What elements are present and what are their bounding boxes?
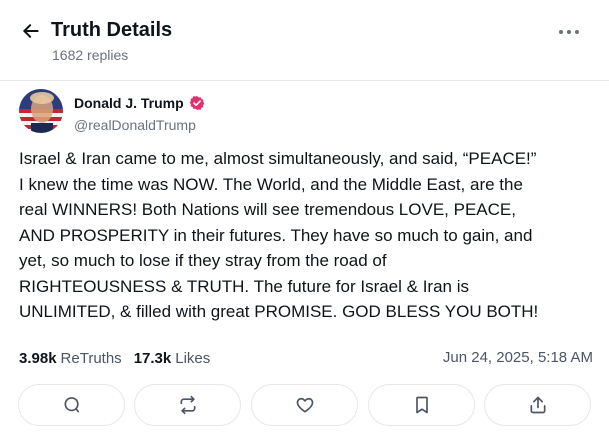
post-text-line: yet, so much to lose if they stray from …: [19, 251, 387, 270]
bookmark-icon: [415, 396, 428, 414]
retruth-icon: [180, 395, 195, 415]
action-bar: [0, 384, 609, 428]
avatar[interactable]: [19, 89, 63, 133]
share-icon: [530, 396, 545, 414]
author-name-row: Donald J. Trump: [74, 93, 205, 113]
page-title: Truth Details: [51, 19, 173, 41]
retruths-label[interactable]: ReTruths: [61, 350, 122, 367]
reply-icon: [63, 397, 79, 413]
like-button[interactable]: [251, 384, 358, 426]
retruth-button[interactable]: [134, 384, 241, 426]
header-divider: [0, 80, 609, 81]
post-text-line: AND PROSPERITY in their futures. They ha…: [19, 225, 533, 245]
like-heart-icon: [296, 397, 313, 413]
post-body: Israel & Iran came to me, almost simulta…: [19, 146, 599, 325]
arrow-left-icon: [23, 24, 39, 38]
verified-badge-icon: [189, 95, 205, 111]
post-stats: 3.98k ReTruths 17.3k Likes: [19, 348, 210, 368]
share-button[interactable]: [484, 384, 591, 426]
post-text-line: UNLIMITED, & filled with great PROMISE. …: [19, 302, 539, 321]
author-handle[interactable]: @realDonaldTrump: [74, 116, 196, 134]
reply-count: 1682 replies: [52, 47, 129, 63]
reply-button[interactable]: [18, 384, 125, 426]
post-text-line: RIGHTEOUSNESS & TRUTH. The future for Is…: [19, 276, 469, 296]
author-name[interactable]: Donald J. Trump: [74, 94, 184, 112]
likes-count[interactable]: 17.3k: [134, 350, 172, 367]
more-horizontal-icon: [559, 30, 579, 34]
page-header: Truth Details 1682 replies: [0, 0, 609, 80]
avatar-image: [19, 89, 63, 133]
post-text-line: I knew the time was NOW. The World, and …: [19, 174, 523, 194]
post-text-line: Israel & Iran came to me, almost simulta…: [19, 149, 537, 168]
back-button[interactable]: [18, 18, 44, 44]
likes-label[interactable]: Likes: [175, 350, 210, 367]
bookmark-button[interactable]: [368, 384, 475, 426]
post-text-line: real WINNERS! Both Nations will see trem…: [19, 200, 516, 219]
more-options-button[interactable]: [556, 22, 582, 42]
post-timestamp: Jun 24, 2025, 5:18 AM: [442, 349, 593, 366]
retruths-count[interactable]: 3.98k: [19, 350, 57, 367]
